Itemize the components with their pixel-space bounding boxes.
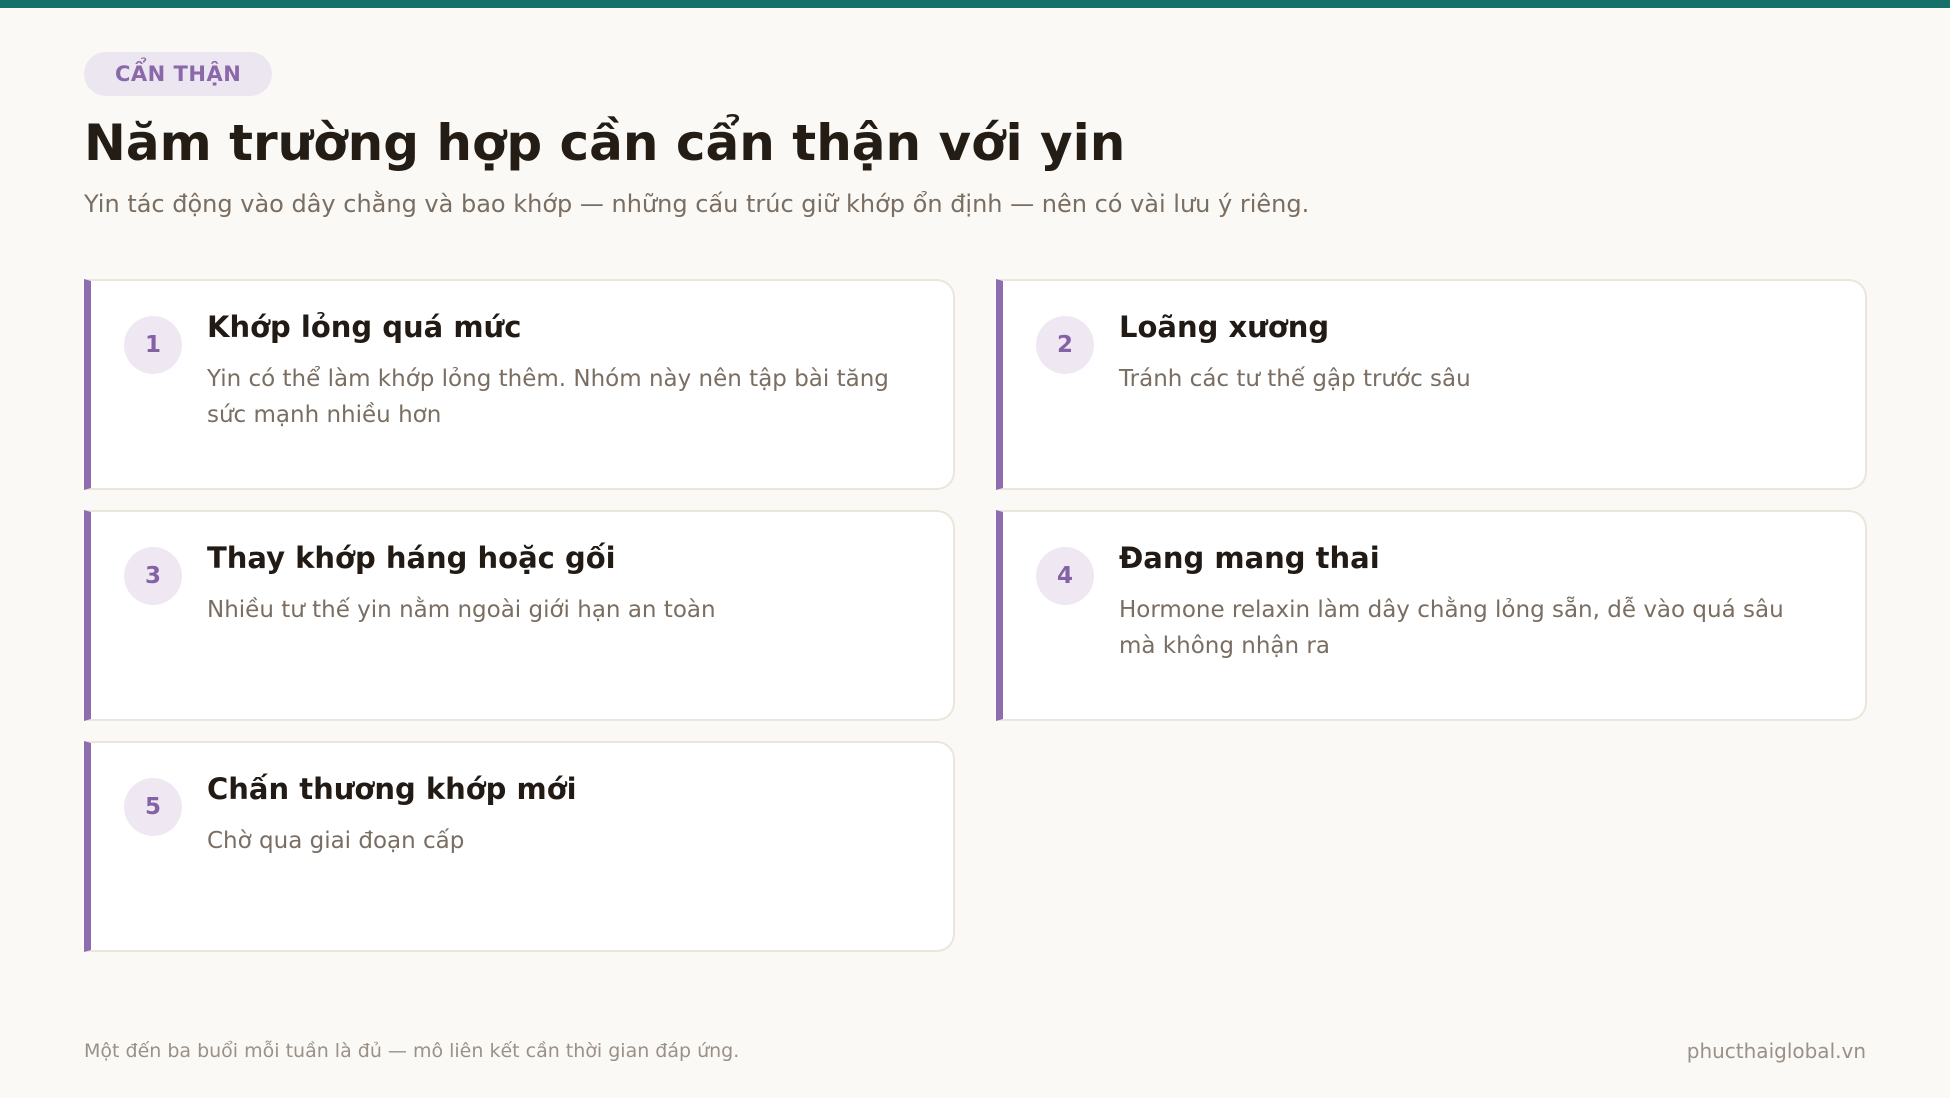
card-title: Thay khớp háng hoặc gối [207, 541, 616, 575]
footer-note: Một đến ba buổi mỗi tuần là đủ — mô liên… [84, 1040, 740, 1062]
footer-site-link[interactable]: phucthaiglobal.vn [1687, 1036, 1866, 1066]
card-number-badge: 3 [124, 547, 182, 605]
caution-card-5: 5 Chấn thương khớp mới Chờ qua giai đoạn… [84, 741, 955, 952]
caution-card-3: 3 Thay khớp háng hoặc gối Nhiều tư thế y… [84, 510, 955, 721]
card-description: Chờ qua giai đoạn cấp [207, 828, 465, 854]
card-number-badge: 4 [1036, 547, 1094, 605]
card-number-badge: 2 [1036, 316, 1094, 374]
card-title: Khớp lỏng quá mức [207, 310, 522, 344]
card-number-badge: 5 [124, 778, 182, 836]
card-title: Chấn thương khớp mới [207, 772, 577, 806]
card-title: Loãng xương [1119, 310, 1330, 344]
card-description: Tránh các tư thế gập trước sâu [1119, 366, 1471, 392]
page-subtitle: Yin tác động vào dây chằng và bao khớp —… [84, 190, 1310, 218]
top-accent-bar [0, 0, 1950, 8]
caution-card-4: 4 Đang mang thai Hormone relaxin làm dây… [996, 510, 1867, 721]
card-title: Đang mang thai [1119, 541, 1380, 575]
caution-card-1: 1 Khớp lỏng quá mức Yin có thể làm khớp … [84, 279, 955, 490]
page-title: Năm trường hợp cần cẩn thận với yin [84, 114, 1126, 172]
category-tag: CẨN THẬN [84, 52, 273, 96]
card-description: Hormone relaxin làm dây chằng lỏng sẵn, … [1119, 597, 1784, 659]
card-description: Yin có thể làm khớp lỏng thêm. Nhóm này … [207, 366, 889, 428]
card-description: Nhiều tư thế yin nằm ngoài giới hạn an t… [207, 597, 716, 623]
card-number-badge: 1 [124, 316, 182, 374]
caution-card-2: 2 Loãng xương Tránh các tư thế gập trước… [996, 279, 1867, 490]
